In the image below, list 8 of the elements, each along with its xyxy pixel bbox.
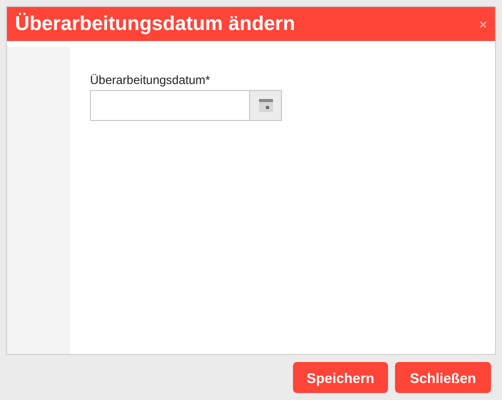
save-button[interactable]: Speichern — [293, 362, 388, 393]
close-button[interactable]: × — [479, 16, 487, 32]
calendar-icon — [258, 99, 272, 112]
close-dialog-button[interactable]: Schließen — [395, 362, 491, 393]
field-label: Überarbeitungsdatum* — [90, 73, 212, 87]
date-field[interactable] — [90, 90, 249, 121]
dialog-title: Überarbeitungsdatum ändern — [15, 12, 296, 36]
calendar-button[interactable] — [249, 90, 282, 121]
